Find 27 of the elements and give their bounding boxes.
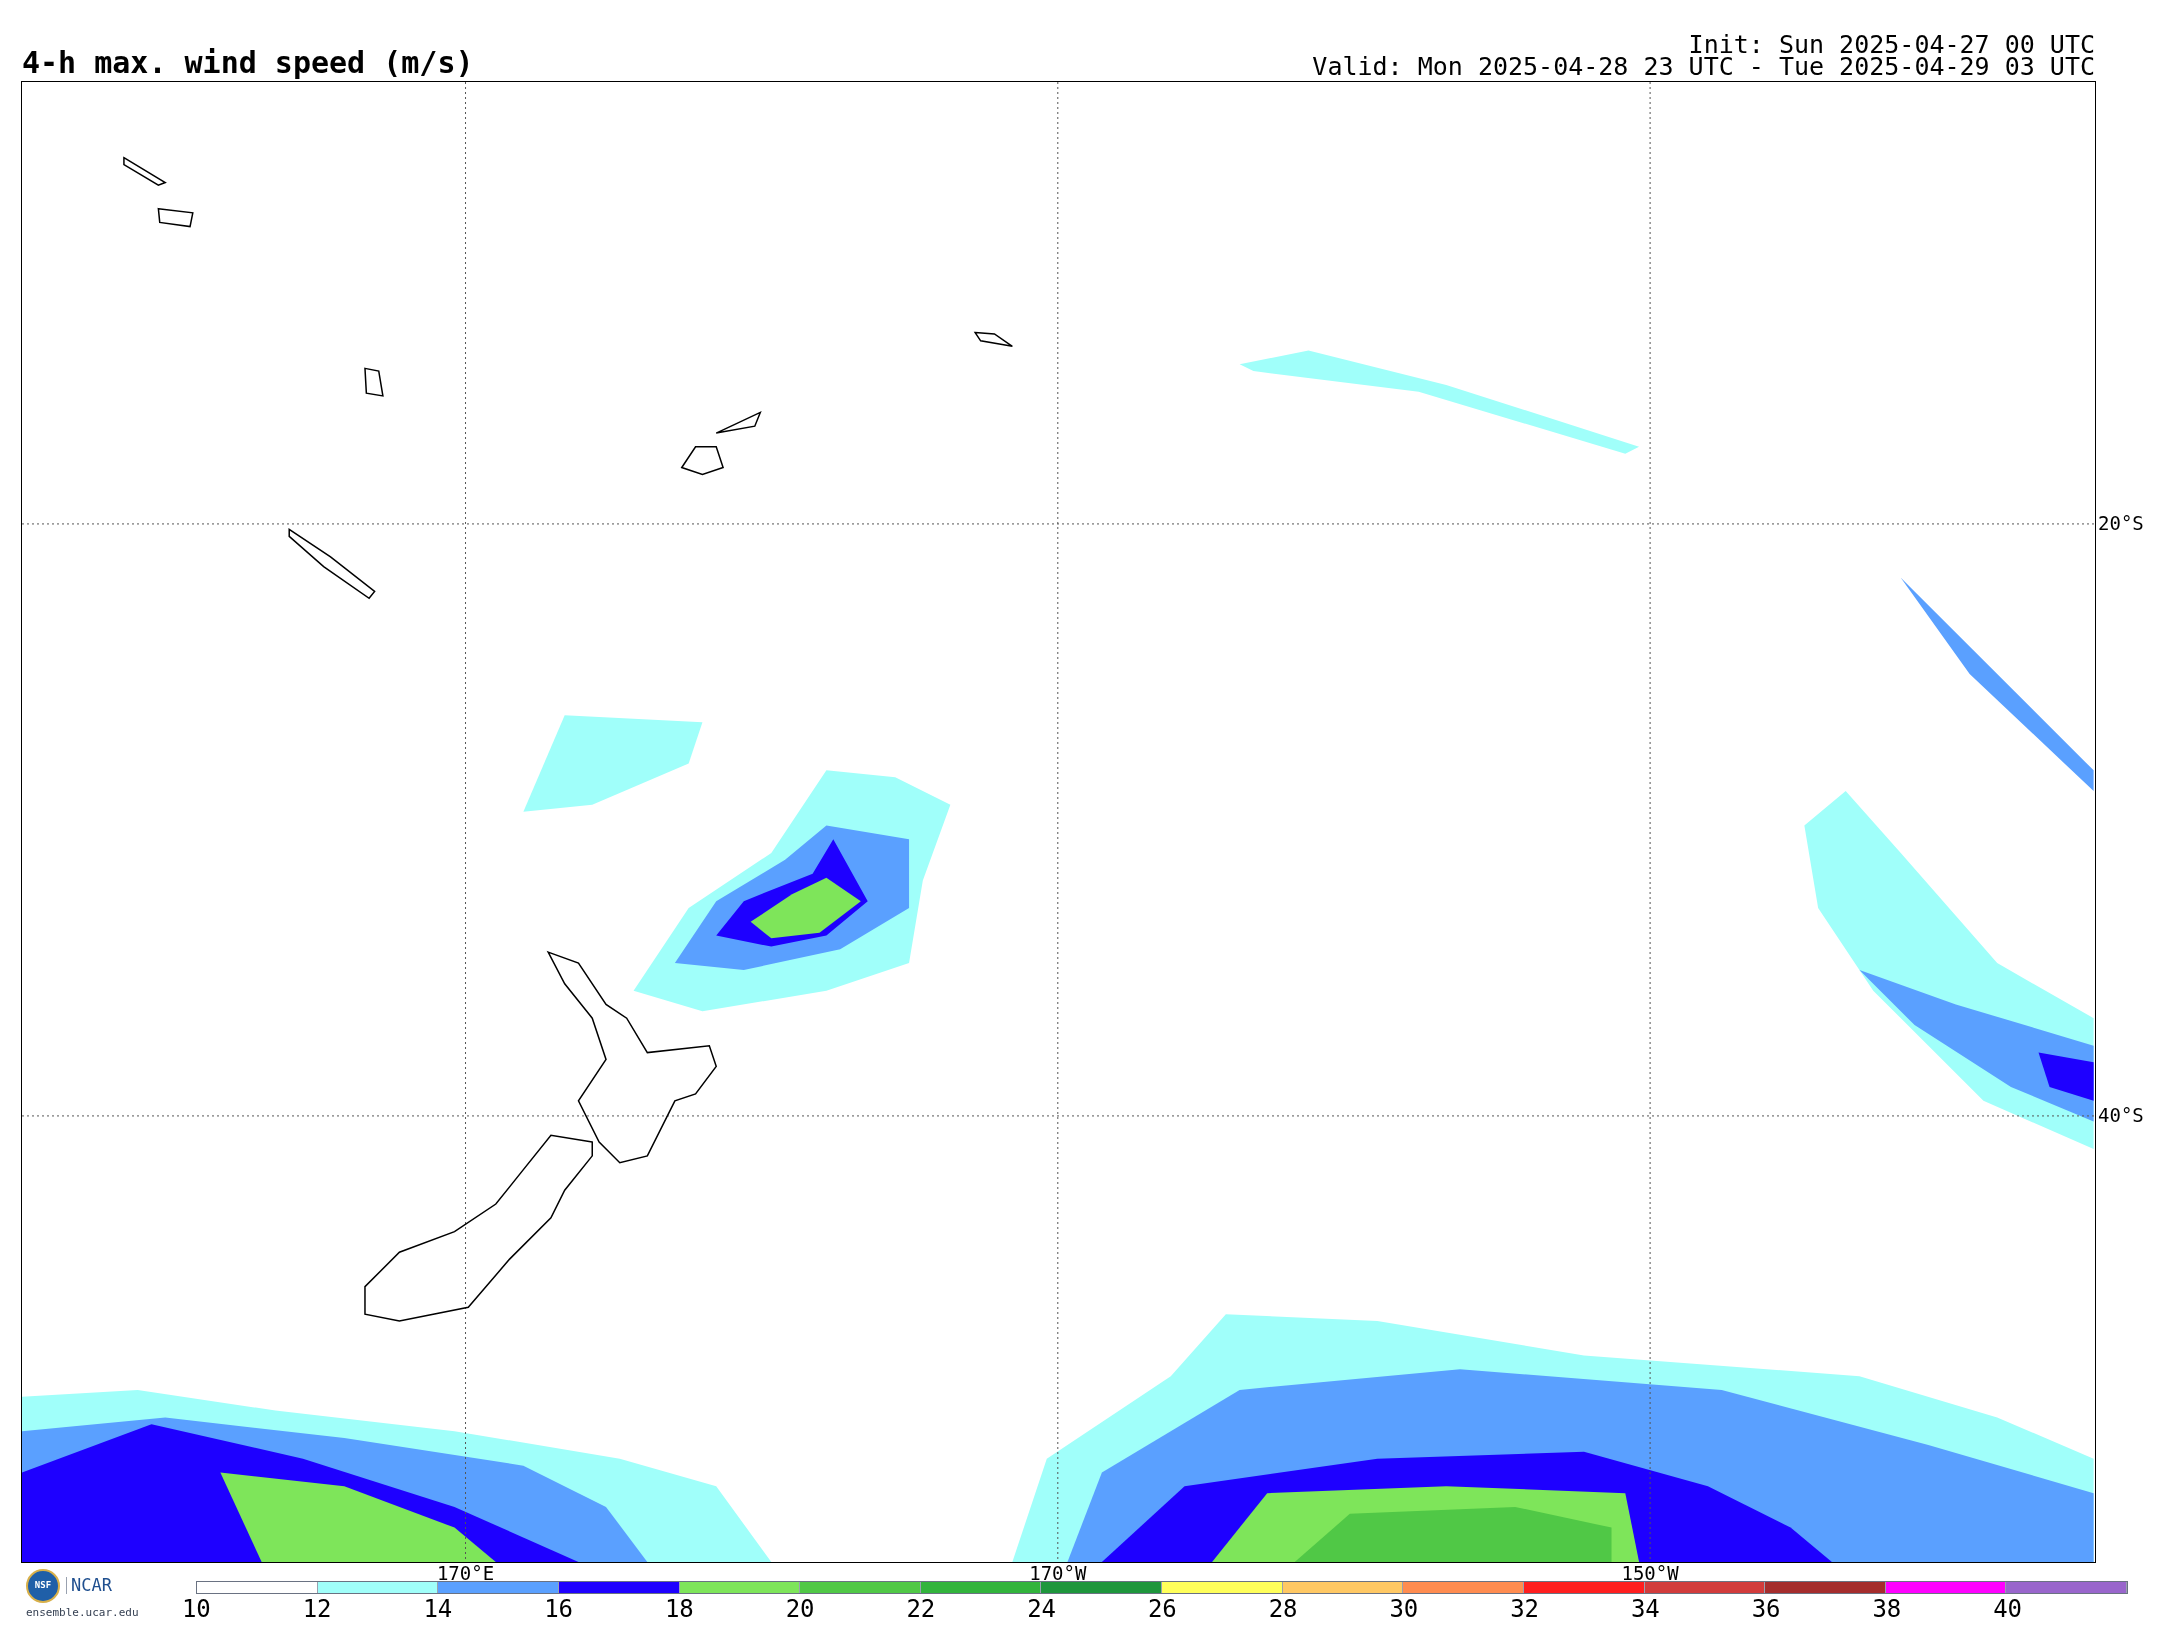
tick-label: 28 <box>1267 1593 1299 1624</box>
tick-label: 34 <box>1629 1593 1661 1624</box>
tick-label: 24 <box>1026 1593 1058 1624</box>
latitude-label: 40°S <box>2098 1102 2144 1127</box>
longitude-label: 150°W <box>1621 1562 1679 1583</box>
tick-label: 40 <box>1992 1593 2024 1624</box>
tick-label: 22 <box>905 1593 937 1624</box>
tick-label: 20 <box>784 1593 816 1624</box>
website-url: ensemble.ucar.edu <box>26 1606 139 1618</box>
latitude-label: 20°S <box>2098 510 2144 535</box>
tick-label: 18 <box>663 1593 695 1624</box>
tick-label: 38 <box>1871 1593 1903 1624</box>
tick-label: 26 <box>1146 1593 1178 1624</box>
ncar-logo: NCAR <box>66 1577 112 1595</box>
valid-time: Valid: Mon 2025-04-28 23 UTC - Tue 2025-04-29 03 UTC <box>1312 55 2095 78</box>
tick-label: 36 <box>1750 1593 1782 1624</box>
init-time: Init: Sun 2025-04-27 00 UTC <box>1688 33 2095 56</box>
chart-title: 4-h max. wind speed (m/s) <box>22 47 474 78</box>
longitude-label: 170°W <box>1029 1562 1087 1583</box>
tick-label: 12 <box>301 1593 333 1624</box>
longitude-label: 170°E <box>436 1562 495 1583</box>
tick-label: 32 <box>1509 1593 1541 1624</box>
tick-label: 14 <box>422 1593 454 1624</box>
tick-label: 10 <box>180 1593 212 1624</box>
tick-label: 30 <box>1388 1593 1420 1624</box>
nsf-logo: NSF <box>26 1568 60 1603</box>
tick-label: 16 <box>543 1593 575 1624</box>
